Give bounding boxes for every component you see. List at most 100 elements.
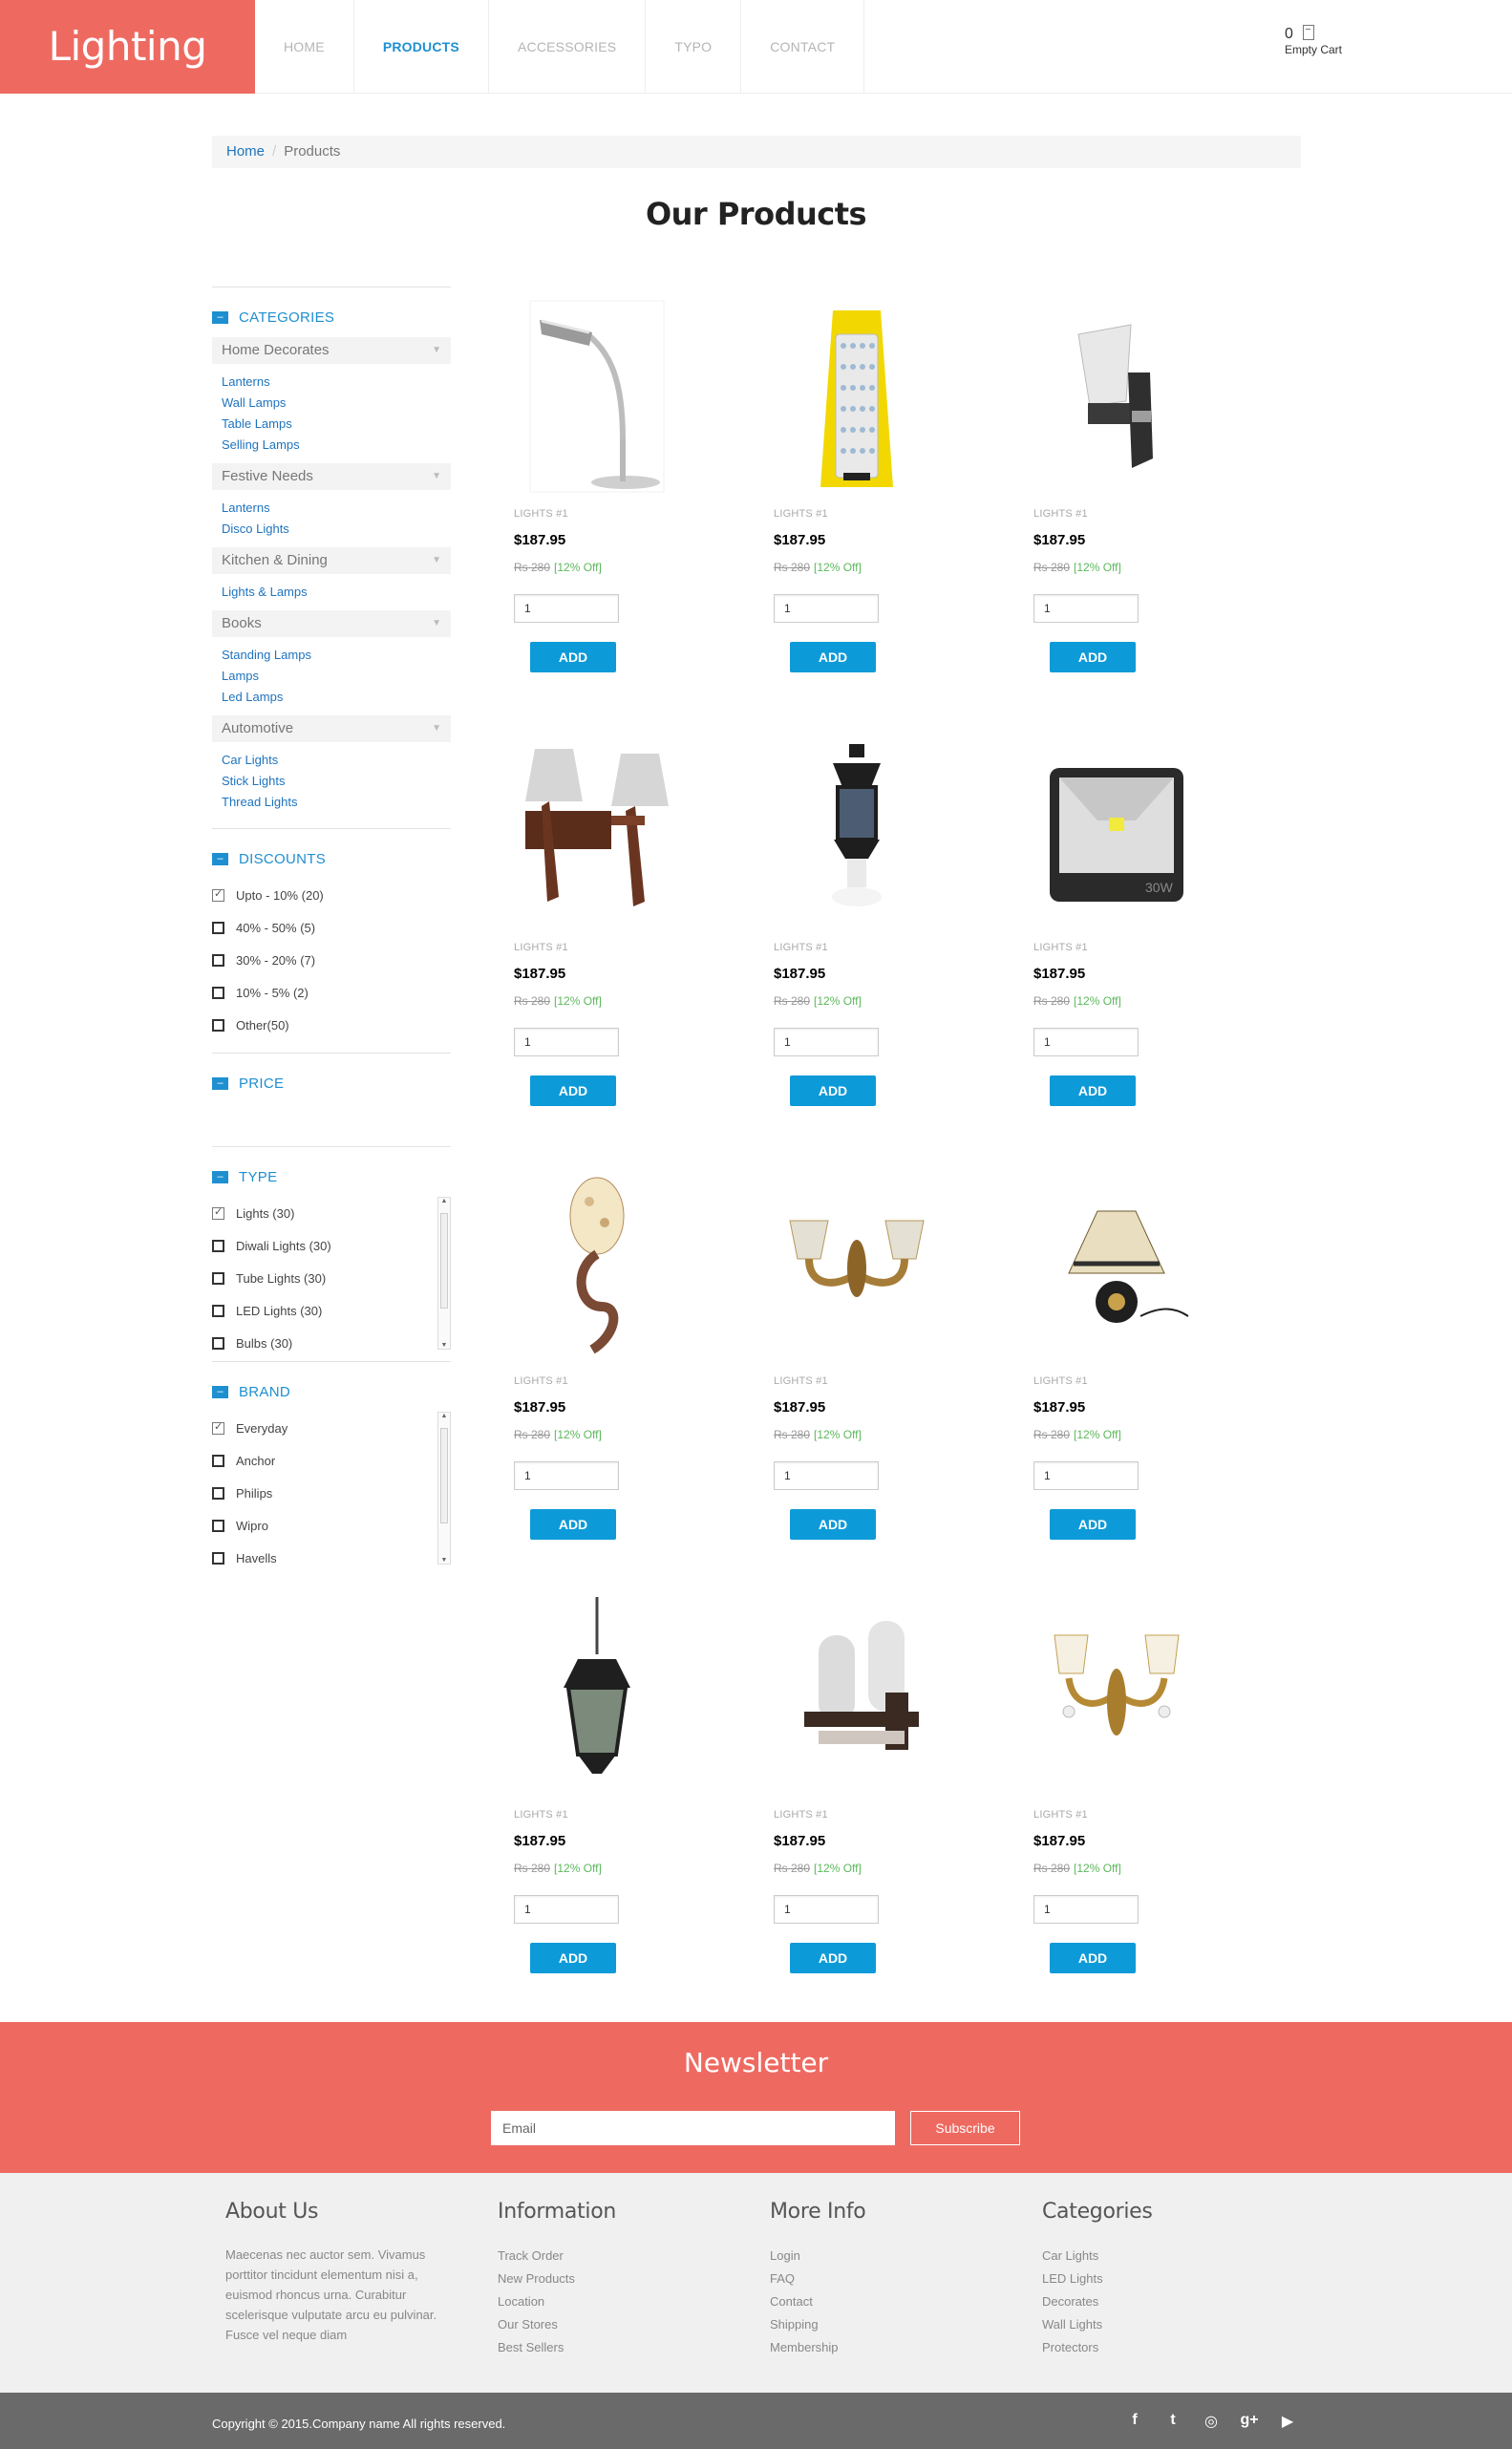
footer-link[interactable]: Our Stores [498, 2313, 727, 2336]
twin-wall-light-icon[interactable] [780, 1597, 933, 1798]
brand-option[interactable]: Anchor [212, 1444, 451, 1477]
quantity-input[interactable]: 1 [514, 1028, 619, 1056]
category-group-toggle[interactable]: Festive Needs ▼ [212, 463, 451, 490]
add-to-cart-button[interactable]: ADD [1050, 1943, 1136, 1973]
add-to-cart-button[interactable]: ADD [530, 1075, 616, 1106]
nav-home[interactable]: HOME [255, 0, 354, 94]
quantity-input[interactable]: 1 [1033, 1028, 1139, 1056]
category-link[interactable]: Led Lamps [212, 687, 451, 708]
discounts-option[interactable]: Other(50) [212, 1009, 451, 1041]
email-input[interactable]: Email [491, 2111, 895, 2145]
quantity-input[interactable]: 1 [774, 1028, 879, 1056]
discounts-option[interactable]: 30% - 20% (7) [212, 944, 451, 976]
discounts-option[interactable]: 10% - 5% (2) [212, 976, 451, 1009]
cart-label[interactable]: Empty Cart [1285, 43, 1352, 56]
category-link[interactable]: Lights & Lamps [212, 582, 451, 603]
scroll-up-icon[interactable]: ▲ [438, 1198, 450, 1204]
mosaic-sconce-icon[interactable] [521, 1163, 673, 1364]
category-link[interactable]: Disco Lights [212, 519, 451, 540]
brass-wall-lamp-icon[interactable] [780, 1163, 933, 1364]
scroll-thumb[interactable] [440, 1428, 448, 1523]
gate-lamp-icon[interactable] [780, 730, 933, 930]
emergency-lantern-icon[interactable] [780, 296, 933, 497]
brand-option[interactable]: Havells [212, 1542, 451, 1574]
category-link[interactable]: Lamps [212, 666, 451, 687]
checkbox[interactable] [212, 921, 224, 934]
add-to-cart-button[interactable]: ADD [1050, 1509, 1136, 1540]
quantity-input[interactable]: 1 [774, 1895, 879, 1924]
nav-typo[interactable]: TYPO [646, 0, 742, 94]
flood-light-icon[interactable]: 30W [1040, 730, 1193, 930]
checkbox[interactable] [212, 1018, 224, 1032]
footer-link[interactable]: Location [498, 2290, 727, 2313]
category-link[interactable]: Lanterns [212, 372, 451, 393]
add-to-cart-button[interactable]: ADD [1050, 1075, 1136, 1106]
table-lamp-icon[interactable] [1040, 1163, 1193, 1364]
category-link[interactable]: Standing Lamps [212, 645, 451, 666]
footer-link[interactable]: FAQ [770, 2268, 999, 2290]
category-link[interactable]: Table Lamps [212, 414, 451, 435]
category-link[interactable]: Selling Lamps [212, 435, 451, 456]
checkbox[interactable] [212, 1239, 224, 1252]
collapse-icon[interactable]: – [212, 310, 228, 324]
add-to-cart-button[interactable]: ADD [530, 1509, 616, 1540]
nav-products[interactable]: PRODUCTS [354, 0, 489, 94]
scroll-thumb[interactable] [440, 1213, 448, 1309]
collapse-icon[interactable]: – [212, 1076, 228, 1090]
brand-option[interactable]: Everyday [212, 1412, 451, 1444]
type-option[interactable]: Lights (30) [212, 1197, 451, 1229]
add-to-cart-button[interactable]: ADD [790, 1509, 876, 1540]
category-group-toggle[interactable]: Books ▼ [212, 610, 451, 637]
add-to-cart-button[interactable]: ADD [530, 1943, 616, 1973]
discounts-header[interactable]: – DISCOUNTS [212, 848, 451, 869]
gold-chandelier-icon[interactable] [1040, 1597, 1193, 1798]
footer-link[interactable]: Best Sellers [498, 2336, 727, 2359]
facebook-icon[interactable]: f [1116, 2412, 1154, 2431]
discounts-option[interactable]: 40% - 50% (5) [212, 911, 451, 944]
type-header[interactable]: – TYPE [212, 1166, 451, 1187]
categories-header[interactable]: – CATEGORIES [212, 307, 451, 328]
checkbox[interactable] [212, 1271, 224, 1285]
footer-link[interactable]: Protectors [1042, 2336, 1271, 2359]
checkbox[interactable] [212, 1205, 224, 1220]
cart-widget[interactable]: 0 Empty Cart [1285, 25, 1352, 56]
price-header[interactable]: – PRICE [212, 1073, 451, 1094]
checkbox[interactable] [212, 1486, 224, 1500]
scroll-down-icon[interactable]: ▼ [438, 1342, 450, 1349]
category-group-toggle[interactable]: Automotive ▼ [212, 715, 451, 742]
add-to-cart-button[interactable]: ADD [790, 1075, 876, 1106]
category-link[interactable]: Car Lights [212, 750, 451, 771]
footer-link[interactable]: Track Order [498, 2245, 727, 2268]
type-option[interactable]: Tube Lights (30) [212, 1262, 451, 1294]
type-option[interactable]: Diwali Lights (30) [212, 1229, 451, 1262]
footer-link[interactable]: Login [770, 2245, 999, 2268]
type-option[interactable]: LED Lights (30) [212, 1294, 451, 1327]
footer-link[interactable]: Wall Lights [1042, 2313, 1271, 2336]
add-to-cart-button[interactable]: ADD [530, 642, 616, 672]
quantity-input[interactable]: 1 [774, 594, 879, 623]
nav-accessories[interactable]: ACCESSORIES [489, 0, 647, 94]
twitter-icon[interactable]: t [1154, 2412, 1192, 2431]
category-link[interactable]: Thread Lights [212, 792, 451, 813]
add-to-cart-button[interactable]: ADD [1050, 642, 1136, 672]
checkbox[interactable] [212, 1551, 224, 1565]
checkbox[interactable] [212, 1420, 224, 1435]
google-plus-icon[interactable]: g+ [1230, 2412, 1268, 2431]
footer-link[interactable]: Membership [770, 2336, 999, 2359]
footer-link[interactable]: Contact [770, 2290, 999, 2313]
scrollbar[interactable]: ▲ ▼ [437, 1412, 451, 1565]
category-link[interactable]: Lanterns [212, 498, 451, 519]
cart-icon[interactable] [1302, 25, 1314, 40]
scroll-down-icon[interactable]: ▼ [438, 1557, 450, 1564]
double-wall-lamp-icon[interactable] [521, 730, 673, 930]
footer-link[interactable]: LED Lights [1042, 2268, 1271, 2290]
brand-option[interactable]: Wipro [212, 1509, 451, 1542]
add-to-cart-button[interactable]: ADD [790, 1943, 876, 1973]
category-link[interactable]: Stick Lights [212, 771, 451, 792]
footer-link[interactable]: Car Lights [1042, 2245, 1271, 2268]
type-option[interactable]: Bulbs (30) [212, 1327, 451, 1359]
scrollbar[interactable]: ▲ ▼ [437, 1197, 451, 1350]
checkbox[interactable] [212, 953, 224, 967]
nav-contact[interactable]: CONTACT [741, 0, 865, 94]
footer-link[interactable]: New Products [498, 2268, 727, 2290]
